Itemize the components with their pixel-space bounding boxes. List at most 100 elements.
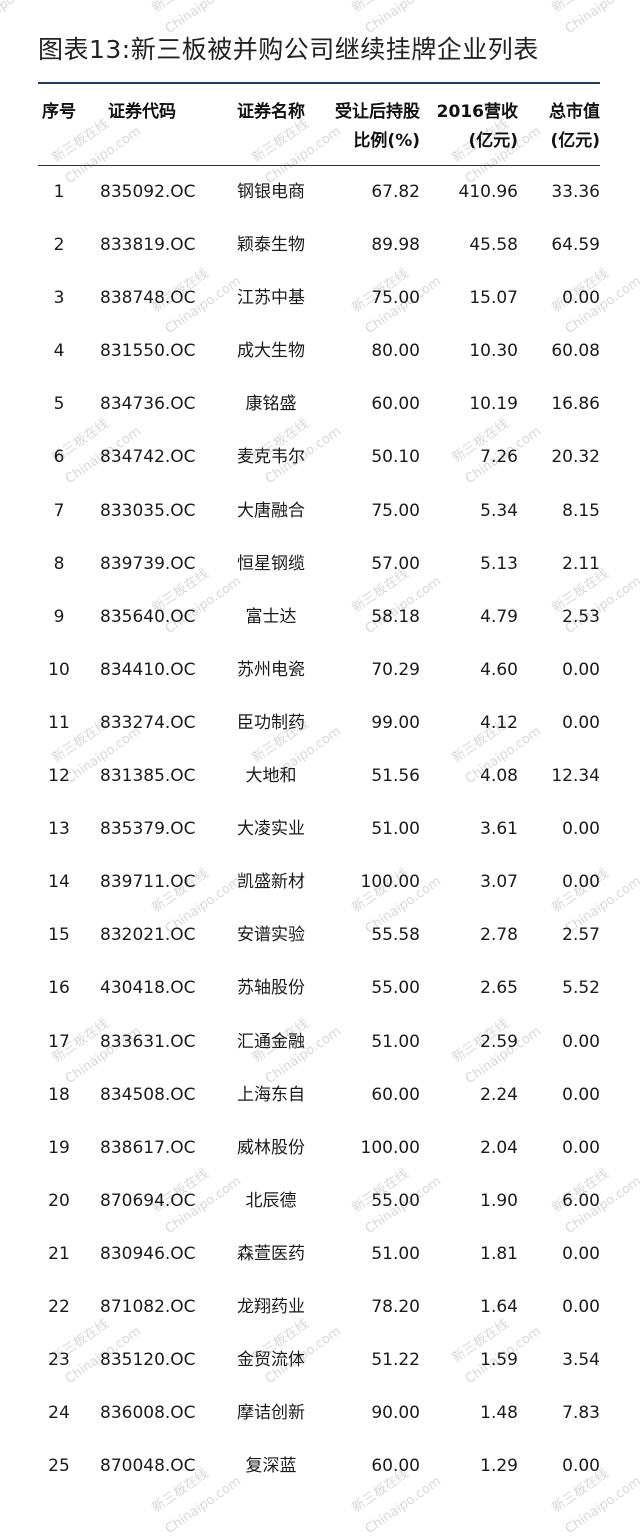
- table-row: 19 838617.OC 威林股份 100.00 2.04 0.00: [38, 1122, 600, 1175]
- security-code: 834410.OC: [100, 659, 196, 680]
- watermark-cn: 新三板在线: [147, 0, 211, 16]
- page-title: 图表13:新三板被并购公司继续挂牌企业列表: [38, 35, 539, 64]
- market-cap: 7.83: [562, 1403, 600, 1424]
- holding-ratio: 51.22: [371, 1350, 420, 1371]
- security-name: 威林股份: [237, 1137, 305, 1158]
- holding-ratio: 75.00: [371, 288, 420, 309]
- revenue-2016: 2.04: [480, 1137, 518, 1158]
- security-name: 大凌实业: [237, 819, 305, 840]
- holding-ratio: 100.00: [360, 1137, 420, 1158]
- security-name: 汇通金融: [237, 1031, 305, 1052]
- header-ratio-line2: 比例(%): [353, 131, 420, 151]
- security-name: 安谱实验: [237, 925, 305, 946]
- title-divider: [38, 82, 600, 84]
- holding-ratio: 99.00: [371, 712, 420, 733]
- revenue-2016: 1.59: [480, 1350, 518, 1371]
- row-index: 19: [48, 1137, 70, 1158]
- security-name: 大地和: [245, 766, 297, 787]
- security-name: 康铭盛: [245, 394, 297, 415]
- holding-ratio: 78.20: [371, 1296, 420, 1317]
- holding-ratio: 89.98: [371, 235, 420, 256]
- security-name: 钢银电商: [237, 182, 305, 202]
- holding-ratio: 50.10: [371, 447, 420, 468]
- market-cap: 0.00: [562, 1084, 600, 1105]
- row-index: 23: [48, 1350, 70, 1371]
- security-name: 上海东自: [237, 1084, 305, 1105]
- header-index: 序号: [42, 102, 76, 122]
- market-cap: 60.08: [551, 341, 600, 362]
- market-cap: 5.52: [562, 978, 600, 999]
- row-index: 3: [53, 288, 65, 309]
- security-code: 835092.OC: [100, 182, 196, 202]
- revenue-2016: 4.12: [480, 712, 518, 733]
- table-row: 25 870048.OC 复深蓝 60.00 1.29 0.00: [38, 1440, 600, 1493]
- security-name: 北辰德: [245, 1190, 297, 1211]
- security-code: 838617.OC: [100, 1137, 196, 1158]
- header-cap-line2: (亿元): [550, 131, 600, 151]
- security-code: 831385.OC: [100, 766, 196, 787]
- row-index: 7: [53, 500, 65, 521]
- security-code: 838748.OC: [100, 288, 196, 309]
- market-cap: 0.00: [562, 1296, 600, 1317]
- security-code: 833274.OC: [100, 712, 196, 733]
- security-name: 麦克韦尔: [237, 447, 305, 468]
- row-index: 15: [48, 925, 70, 946]
- holding-ratio: 58.18: [371, 606, 420, 627]
- revenue-2016: 2.24: [480, 1084, 518, 1105]
- security-code: 834508.OC: [100, 1084, 196, 1105]
- row-index: 6: [53, 447, 65, 468]
- security-code: 835640.OC: [100, 606, 196, 627]
- security-name: 复深蓝: [245, 1456, 297, 1477]
- market-cap: 6.00: [562, 1190, 600, 1211]
- row-index: 8: [53, 553, 65, 574]
- revenue-2016: 1.81: [480, 1243, 518, 1264]
- revenue-2016: 1.29: [480, 1456, 518, 1477]
- revenue-2016: 15.07: [469, 288, 518, 309]
- holding-ratio: 60.00: [371, 1456, 420, 1477]
- security-name: 摩诘创新: [237, 1403, 305, 1424]
- header-ratio-line1: 受让后持股: [335, 102, 420, 122]
- table-row: 10 834410.OC 苏州电瓷 70.29 4.60 0.00: [38, 644, 600, 697]
- table-row: 6 834742.OC 麦克韦尔 50.10 7.26 20.32: [38, 431, 600, 484]
- header-revenue-line1: 2016营收: [436, 102, 518, 122]
- market-cap: 0.00: [562, 288, 600, 309]
- revenue-2016: 3.07: [480, 872, 518, 893]
- row-index: 2: [53, 235, 65, 256]
- security-code: 835120.OC: [100, 1350, 196, 1371]
- row-index: 25: [48, 1456, 70, 1477]
- row-index: 21: [48, 1243, 70, 1264]
- security-code: 839711.OC: [100, 872, 196, 893]
- market-cap: 0.00: [562, 819, 600, 840]
- revenue-2016: 1.64: [480, 1296, 518, 1317]
- market-cap: 2.11: [562, 553, 600, 574]
- holding-ratio: 70.29: [371, 659, 420, 680]
- row-index: 22: [48, 1296, 70, 1317]
- table-row: 23 835120.OC 金贸流体 51.22 1.59 3.54: [38, 1334, 600, 1387]
- revenue-2016: 2.78: [480, 925, 518, 946]
- revenue-2016: 10.30: [469, 341, 518, 362]
- table-row: 12 831385.OC 大地和 51.56 4.08 12.34: [38, 750, 600, 803]
- row-index: 5: [53, 394, 65, 415]
- row-index: 20: [48, 1190, 70, 1211]
- security-code: 870048.OC: [100, 1456, 196, 1477]
- table-row: 5 834736.OC 康铭盛 60.00 10.19 16.86: [38, 378, 600, 431]
- security-name: 成大生物: [237, 341, 305, 362]
- header-revenue-line2: (亿元): [468, 131, 518, 151]
- revenue-2016: 2.65: [480, 978, 518, 999]
- security-code: 832021.OC: [100, 925, 196, 946]
- market-cap: 0.00: [562, 1456, 600, 1477]
- security-name: 凯盛新材: [237, 872, 305, 893]
- security-code: 871082.OC: [100, 1296, 196, 1317]
- security-code: 833819.OC: [100, 235, 196, 256]
- watermark-cn: 新三板在线: [347, 0, 411, 16]
- table-row: 20 870694.OC 北辰德 55.00 1.90 6.00: [38, 1175, 600, 1228]
- holding-ratio: 57.00: [371, 553, 420, 574]
- holding-ratio: 67.82: [371, 182, 420, 202]
- row-index: 9: [53, 606, 65, 627]
- holding-ratio: 55.00: [371, 978, 420, 999]
- table-row: 17 833631.OC 汇通金融 51.00 2.59 0.00: [38, 1016, 600, 1069]
- table-row: 9 835640.OC 富士达 58.18 4.79 2.53: [38, 591, 600, 644]
- security-name: 苏州电瓷: [237, 659, 305, 680]
- row-index: 14: [48, 872, 70, 893]
- table-row: 15 832021.OC 安谱实验 55.58 2.78 2.57: [38, 909, 600, 962]
